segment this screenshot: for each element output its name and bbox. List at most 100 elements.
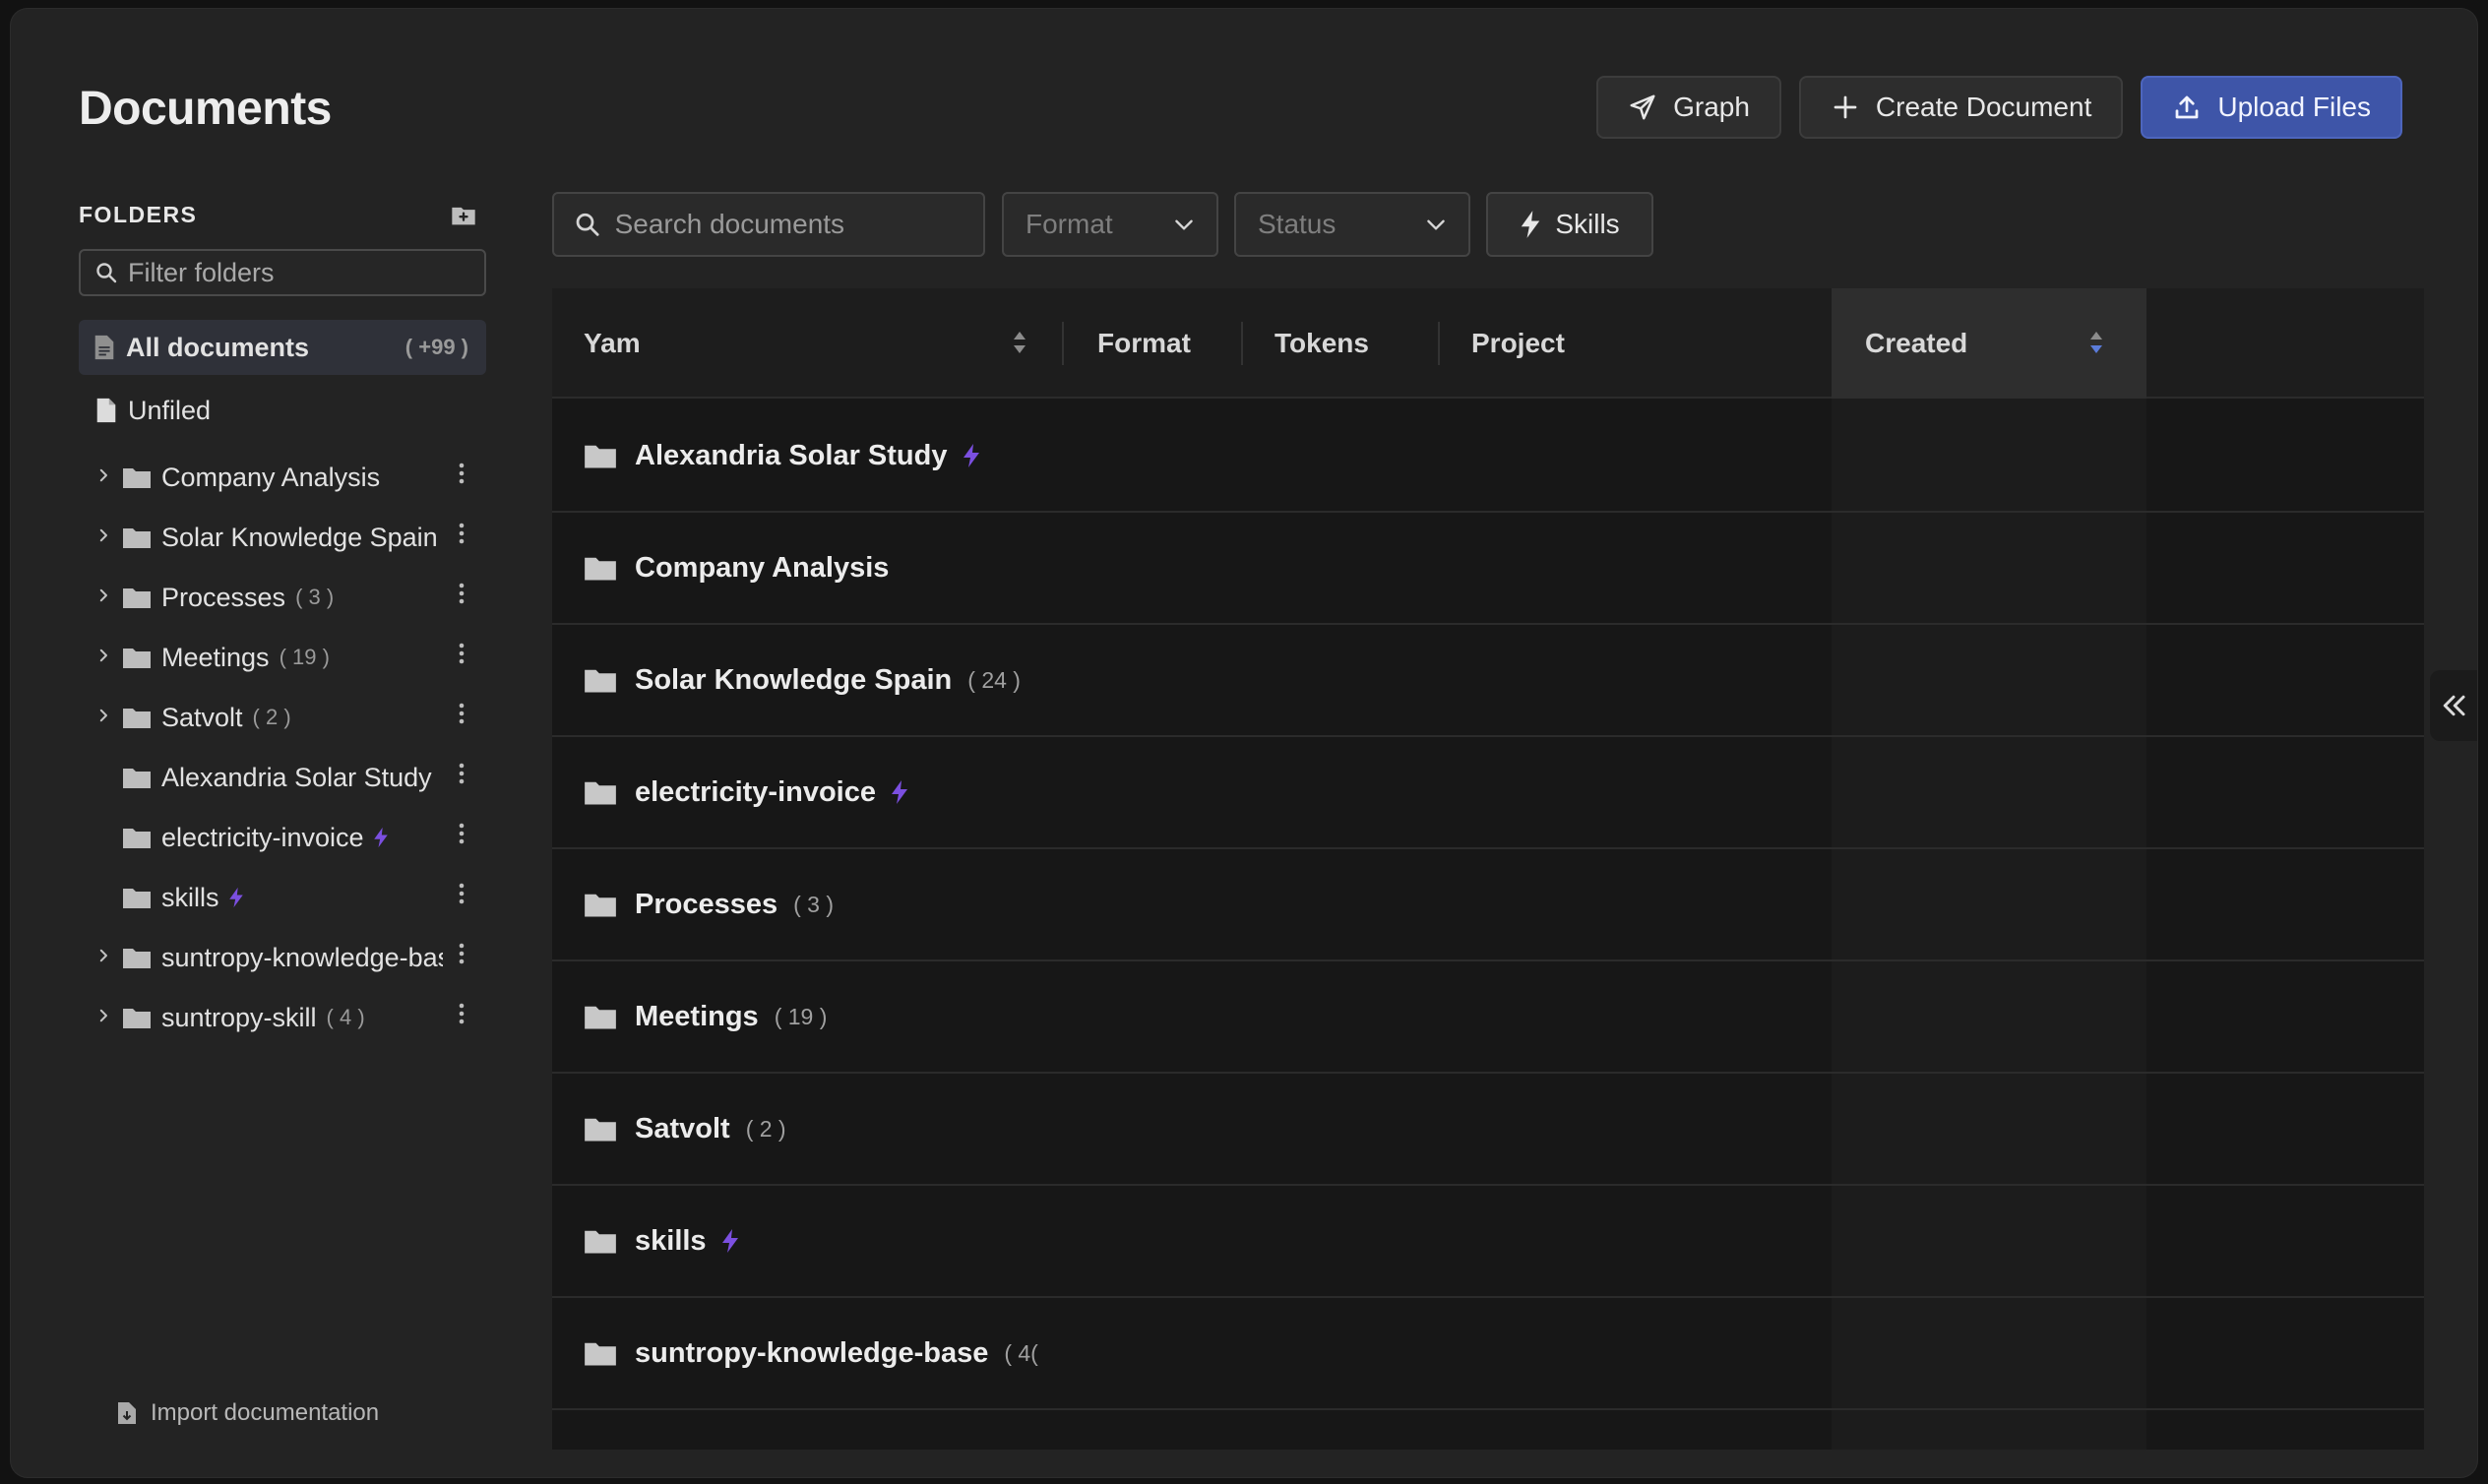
search-documents-input[interactable]	[614, 209, 983, 240]
sidebar-folder-item[interactable]: Company Analysis	[79, 450, 486, 505]
more-options-icon[interactable]	[457, 1002, 466, 1029]
more-options-icon[interactable]	[457, 882, 466, 909]
bolt-icon	[1522, 211, 1540, 238]
collapse-panel-button[interactable]	[2430, 670, 2477, 741]
folder-icon	[123, 709, 151, 728]
row-name: Alexandria Solar Study	[635, 439, 948, 471]
sort-icon-active[interactable]	[2087, 328, 2105, 357]
chevron-right-icon[interactable]	[89, 524, 118, 551]
sidebar-folder-count: ( 19 )	[279, 645, 330, 669]
table-row[interactable]: Processes ( 3 )	[552, 849, 2424, 961]
sort-icon[interactable]	[1011, 328, 1028, 357]
column-header-format[interactable]: Format	[1097, 288, 1191, 399]
more-options-icon[interactable]	[457, 642, 466, 669]
skills-button-label: Skills	[1555, 209, 1620, 239]
format-select[interactable]: Format	[1002, 192, 1218, 257]
create-document-button[interactable]: Create Document	[1798, 76, 2124, 139]
filter-folders-input[interactable]	[128, 257, 463, 288]
column-divider	[1438, 322, 1440, 365]
status-select[interactable]: Status	[1234, 192, 1470, 257]
filter-folders-field[interactable]	[79, 249, 486, 296]
table-row[interactable]: Alexandria Solar Study	[552, 401, 2424, 513]
table-row[interactable]: suntropy-knowledge-base ( 4(	[552, 1298, 2424, 1410]
sidebar-folder-count: ( 3 )	[295, 585, 335, 609]
more-options-icon[interactable]	[457, 702, 466, 729]
document-icon	[94, 335, 114, 360]
chevron-right-icon[interactable]	[89, 644, 118, 671]
sidebar-folder-label: Processes	[161, 582, 286, 612]
graph-button[interactable]: Graph	[1596, 76, 1781, 139]
new-folder-icon[interactable]	[450, 202, 477, 229]
plus-icon	[1834, 95, 1857, 119]
file-import-icon	[118, 1402, 136, 1424]
folder-icon	[123, 949, 151, 968]
sidebar-folder-item[interactable]: suntropy-skill ( 4 )	[79, 990, 486, 1045]
row-count: ( 3 )	[793, 891, 835, 917]
chevron-right-icon[interactable]	[89, 464, 118, 491]
more-options-icon[interactable]	[457, 582, 466, 609]
unfiled-label: Unfiled	[128, 395, 212, 425]
column-header-yam[interactable]: Yam	[584, 288, 641, 399]
skills-button[interactable]: Skills	[1486, 192, 1653, 257]
sidebar-folder-item[interactable]: electricity-invoice	[79, 810, 486, 865]
sidebar-folder-item[interactable]: Satvolt ( 2 )	[79, 690, 486, 745]
more-options-icon[interactable]	[457, 942, 466, 969]
all-documents-label: All documents	[126, 332, 310, 362]
sidebar-folder-label: Alexandria Solar Study	[161, 762, 432, 792]
chevron-down-icon	[1427, 219, 1445, 230]
row-name: Processes	[635, 888, 778, 920]
folder-icon	[585, 1006, 616, 1029]
import-documentation-label: Import documentation	[151, 1399, 380, 1426]
column-header-project[interactable]: Project	[1471, 288, 1565, 399]
table-row[interactable]: electricity-invoice	[552, 737, 2424, 849]
column-header-tokens[interactable]: Tokens	[1275, 288, 1369, 399]
folder-icon	[123, 1009, 151, 1028]
column-header-created[interactable]: Created	[1865, 288, 1967, 399]
folder-icon	[123, 889, 151, 908]
chevron-right-icon[interactable]	[89, 944, 118, 971]
more-options-icon[interactable]	[457, 462, 466, 489]
upload-files-button[interactable]: Upload Files	[2141, 76, 2402, 139]
folder-icon	[585, 557, 616, 581]
sidebar-folder-item[interactable]: Meetings ( 19 )	[79, 630, 486, 685]
chevron-right-icon[interactable]	[89, 584, 118, 611]
table-row[interactable]: Company Analysis	[552, 513, 2424, 625]
sidebar-item-all-documents[interactable]: All documents ( +99 )	[79, 320, 486, 375]
more-options-icon[interactable]	[457, 522, 466, 549]
column-divider	[1062, 322, 1064, 365]
sidebar-folder-label: Company Analysis	[161, 462, 381, 492]
search-documents-field[interactable]	[552, 192, 985, 257]
status-select-label: Status	[1258, 209, 1337, 239]
upload-icon	[2175, 95, 2199, 119]
more-options-icon[interactable]	[457, 762, 466, 789]
table-row[interactable]: skills	[552, 1186, 2424, 1298]
chevron-right-icon[interactable]	[89, 1004, 118, 1031]
folder-icon	[123, 528, 151, 548]
table-row[interactable]: Satvolt ( 2 )	[552, 1074, 2424, 1186]
table-row[interactable]: Solar Knowledge Spain ( 24 )	[552, 625, 2424, 737]
folder-icon	[123, 588, 151, 608]
folder-icon	[123, 829, 151, 848]
sidebar-folder-item[interactable]: suntropy-knowledge-base	[79, 930, 486, 985]
sidebar-folder-item[interactable]: skills	[79, 870, 486, 925]
app-window: Documents Graph Create Document Upload F…	[10, 8, 2478, 1478]
sidebar-folder-label: skills	[161, 882, 219, 912]
more-options-icon[interactable]	[457, 822, 466, 849]
send-icon	[1630, 94, 1655, 120]
sidebar-folder-item[interactable]: Processes ( 3 )	[79, 570, 486, 625]
sidebar-folder-item[interactable]: Alexandria Solar Study	[79, 750, 486, 805]
bolt-icon	[963, 444, 979, 467]
sidebar-folder-label: Meetings	[161, 642, 270, 672]
create-document-label: Create Document	[1875, 92, 2092, 122]
folder-icon	[585, 1230, 616, 1254]
sidebar-folder-item[interactable]: Solar Knowledge Spain	[79, 510, 486, 565]
row-name: electricity-invoice	[635, 775, 876, 808]
import-documentation-link[interactable]: Import documentation	[117, 1399, 379, 1427]
chevron-right-icon[interactable]	[89, 704, 118, 731]
documents-table: Yam Format Tokens Project Created Alexan…	[552, 288, 2424, 1450]
sidebar-item-unfiled[interactable]: Unfiled	[79, 383, 486, 438]
row-count: ( 4(	[1004, 1339, 1038, 1366]
folder-icon	[585, 894, 616, 917]
sidebar-folder-count: ( 4 )	[326, 1005, 365, 1029]
table-row[interactable]: Meetings ( 19 )	[552, 961, 2424, 1074]
